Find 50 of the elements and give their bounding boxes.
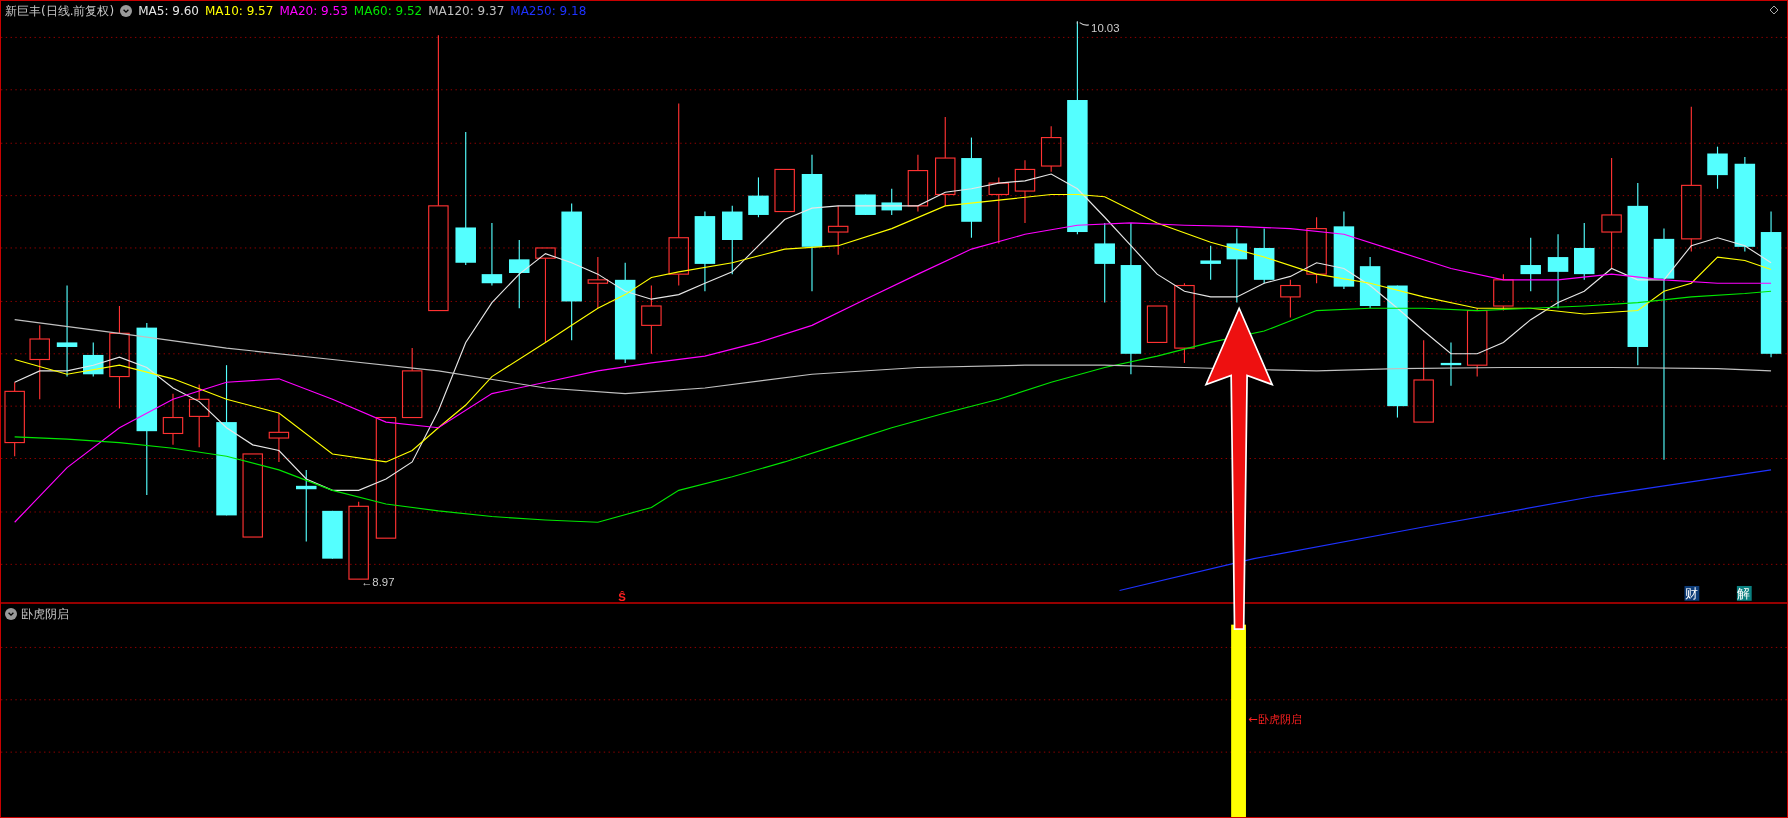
candlestick: [322, 510, 343, 560]
candlestick: [587, 256, 609, 309]
candlestick: [907, 154, 929, 213]
price-label: 10.03: [1091, 21, 1120, 34]
candlestick: [1146, 305, 1168, 343]
candlestick: [481, 222, 503, 287]
signal-mark: Ŝ: [618, 590, 626, 603]
candlestick: [1359, 256, 1381, 309]
candlestick: [1466, 307, 1488, 378]
signal-label: ←卧虎阴启: [1248, 711, 1302, 726]
dropdown-icon[interactable]: [120, 5, 133, 17]
candlestick: [1014, 159, 1036, 224]
candlestick: [1306, 216, 1327, 284]
leader-line: [1076, 20, 1090, 26]
dropdown-icon[interactable]: [5, 608, 17, 620]
moving-average-label: MA20: 9.53: [279, 3, 348, 19]
candlestick: [1040, 125, 1062, 173]
price-label: ←8.97: [360, 575, 395, 588]
candlestick: [855, 193, 876, 216]
candlestick: [1440, 341, 1462, 387]
badge-label[interactable]: 财: [1684, 586, 1698, 602]
moving-average-label: MA5: 9.60: [138, 3, 199, 19]
candlestick: [1707, 146, 1728, 190]
badge-label[interactable]: 解: [1737, 586, 1751, 602]
moving-average-label: MA250: 9.18: [510, 3, 587, 19]
diamond-icon[interactable]: [1769, 5, 1779, 15]
candlestick: [83, 341, 104, 378]
candlestick: [162, 393, 184, 446]
candlestick: [1493, 273, 1514, 312]
indicator-title: 卧虎阴启: [21, 606, 69, 622]
candlestick: [641, 284, 662, 355]
candlestick: [774, 168, 795, 213]
candlestick: [881, 188, 902, 216]
candlestick: [268, 412, 290, 463]
candlestick: [1520, 237, 1541, 292]
candlestick: [1574, 222, 1595, 281]
candlestick: [748, 176, 769, 218]
moving-average-label: MA60: 9.52: [353, 3, 423, 19]
candlestick: [827, 205, 849, 256]
candlestick: [188, 383, 210, 448]
candlestick: [988, 176, 1010, 244]
candlestick: [401, 347, 423, 419]
moving-average-label: MA120: 9.37: [428, 3, 505, 19]
candlestick: [722, 205, 743, 275]
candlestick: [509, 239, 530, 309]
candlestick: [1200, 245, 1221, 281]
candlestick: [1253, 228, 1275, 284]
candlestick: [1280, 279, 1301, 318]
stock-title: 新巨丰(日线.前复权): [5, 3, 115, 19]
moving-average-label: MA10: 9.57: [204, 3, 274, 19]
